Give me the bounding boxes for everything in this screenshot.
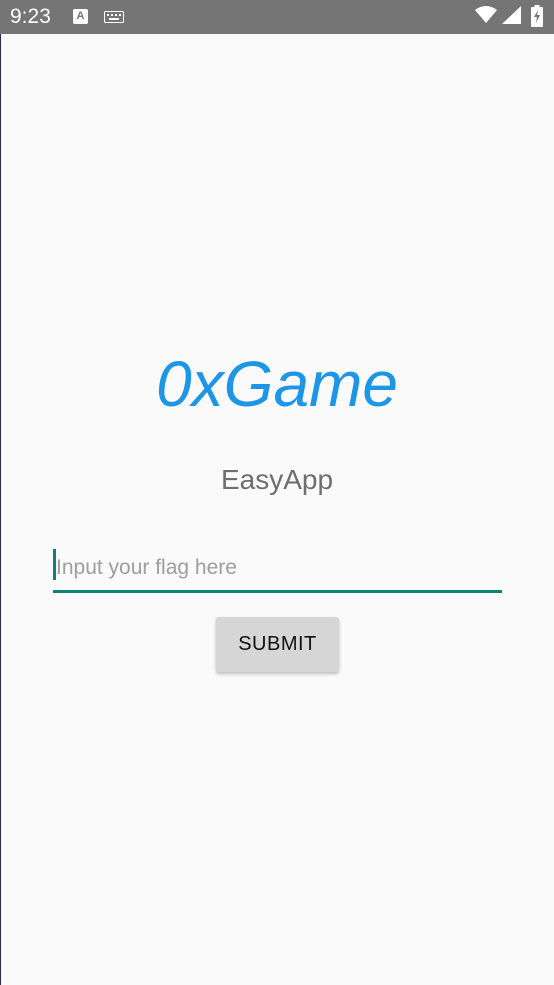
status-bar: 9:23 A — [0, 0, 554, 34]
a-notification-icon: A — [73, 9, 88, 24]
signal-icon — [502, 6, 521, 24]
wifi-icon — [475, 6, 497, 23]
submit-button[interactable]: SUBMIT — [216, 617, 339, 672]
battery-icon — [531, 5, 543, 27]
text-cursor — [53, 549, 56, 580]
app-title: 0xGame — [156, 348, 398, 420]
screen-edge — [0, 34, 1, 985]
flag-input-container — [53, 545, 502, 596]
status-time: 9:23 — [10, 5, 51, 28]
app-subtitle: EasyApp — [220, 464, 334, 495]
a-notification-letter: A — [76, 10, 85, 22]
keyboard-icon — [104, 11, 124, 23]
flag-input[interactable] — [53, 545, 502, 593]
